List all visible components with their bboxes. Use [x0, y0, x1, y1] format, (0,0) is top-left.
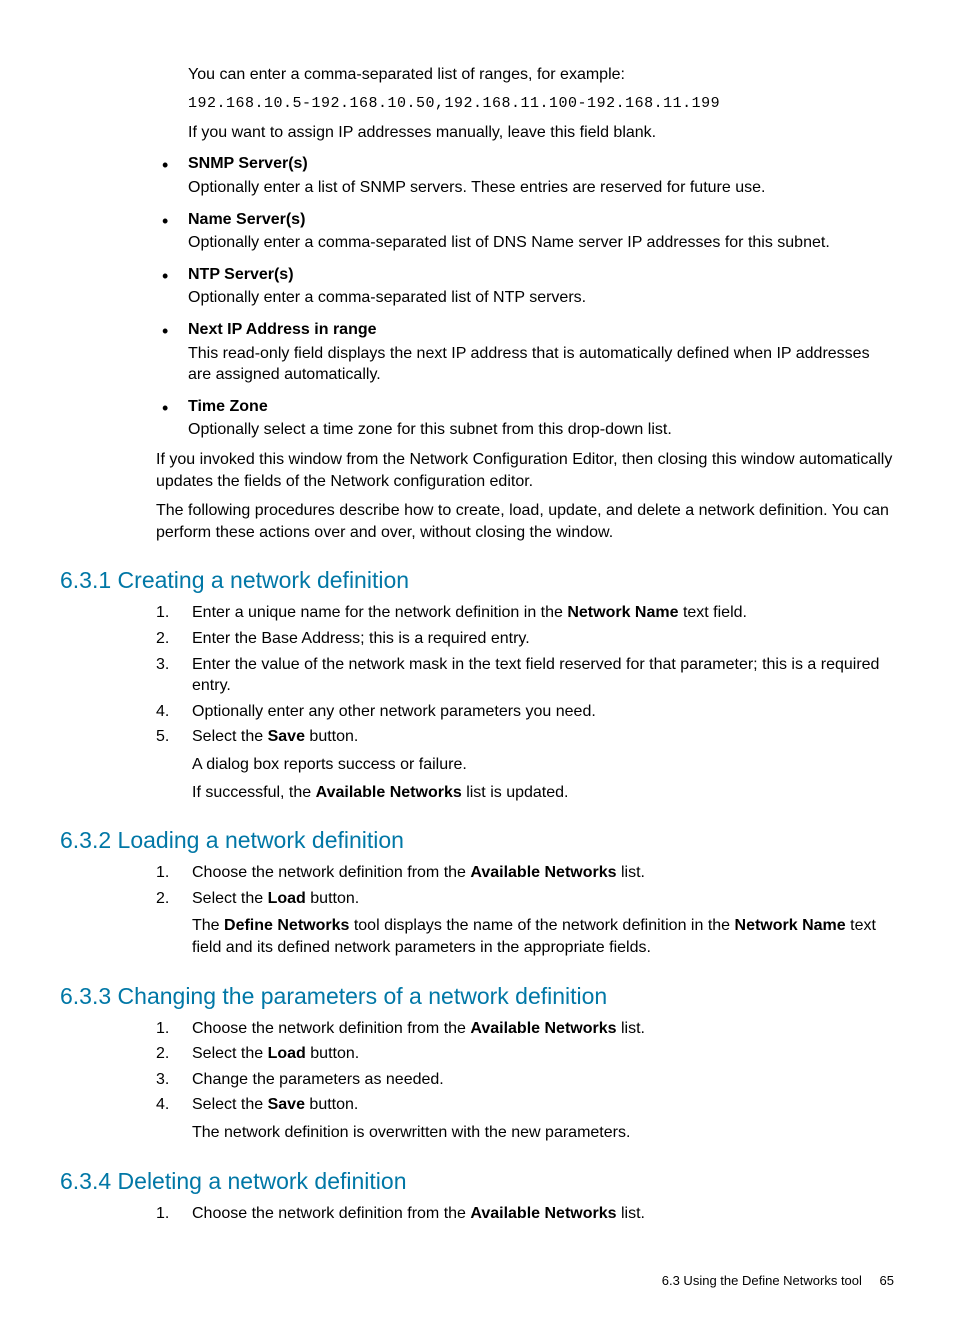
- field-list: SNMP Server(s) Optionally enter a list o…: [156, 153, 894, 441]
- step-sub: The network definition is overwritten wi…: [192, 1122, 894, 1144]
- step: Enter the value of the network mask in t…: [156, 654, 894, 697]
- after-p1: If you invoked this window from the Netw…: [156, 449, 894, 492]
- step: Select the Save button. A dialog box rep…: [156, 726, 894, 803]
- bullet-desc: This read-only field displays the next I…: [188, 343, 894, 386]
- bullet-nextip: Next IP Address in range This read-only …: [156, 319, 894, 386]
- intro-p2: If you want to assign IP addresses manua…: [188, 122, 894, 144]
- bullet-timezone: Time Zone Optionally select a time zone …: [156, 396, 894, 441]
- page-footer: 6.3 Using the Define Networks tool 65: [60, 1272, 894, 1290]
- bullet-desc: Optionally enter a comma-separated list …: [188, 232, 894, 254]
- after-block: If you invoked this window from the Netw…: [156, 449, 894, 543]
- intro-code: 192.168.10.5-192.168.10.50,192.168.11.10…: [188, 94, 894, 114]
- heading-634: 6.3.4 Deleting a network definition: [60, 1166, 894, 1197]
- step: Select the Load button.: [156, 1043, 894, 1065]
- bullet-term: Next IP Address in range: [188, 319, 894, 341]
- page-content: You can enter a comma-separated list of …: [60, 64, 894, 1290]
- bullet-desc: Optionally enter a comma-separated list …: [188, 287, 894, 309]
- intro-p1: You can enter a comma-separated list of …: [188, 64, 894, 86]
- step-sub: The Define Networks tool displays the na…: [192, 915, 894, 958]
- bullet-term: Time Zone: [188, 396, 894, 418]
- after-p2: The following procedures describe how to…: [156, 500, 894, 543]
- step: Change the parameters as needed.: [156, 1069, 894, 1091]
- bullet-desc: Optionally select a time zone for this s…: [188, 419, 894, 441]
- steps-634: Choose the network definition from the A…: [156, 1203, 894, 1225]
- step: Enter the Base Address; this is a requir…: [156, 628, 894, 650]
- step: Choose the network definition from the A…: [156, 1203, 894, 1225]
- heading-633: 6.3.3 Changing the parameters of a netwo…: [60, 981, 894, 1012]
- steps-633: Choose the network definition from the A…: [156, 1018, 894, 1144]
- step-sub: If successful, the Available Networks li…: [192, 782, 894, 804]
- step: Select the Save button. The network defi…: [156, 1094, 894, 1143]
- steps-631: Enter a unique name for the network defi…: [156, 602, 894, 803]
- intro-block: You can enter a comma-separated list of …: [188, 64, 894, 143]
- bullet-term: Name Server(s): [188, 209, 894, 231]
- step: Enter a unique name for the network defi…: [156, 602, 894, 624]
- heading-632: 6.3.2 Loading a network definition: [60, 825, 894, 856]
- step: Choose the network definition from the A…: [156, 1018, 894, 1040]
- bullet-desc: Optionally enter a list of SNMP servers.…: [188, 177, 894, 199]
- page-number: 65: [880, 1273, 894, 1288]
- step: Optionally enter any other network param…: [156, 701, 894, 723]
- bullet-snmp: SNMP Server(s) Optionally enter a list o…: [156, 153, 894, 198]
- heading-631: 6.3.1 Creating a network definition: [60, 565, 894, 596]
- footer-text: 6.3 Using the Define Networks tool: [662, 1273, 862, 1288]
- steps-632: Choose the network definition from the A…: [156, 862, 894, 958]
- step: Choose the network definition from the A…: [156, 862, 894, 884]
- bullet-term: NTP Server(s): [188, 264, 894, 286]
- step-sub: A dialog box reports success or failure.: [192, 754, 894, 776]
- bullet-nameserver: Name Server(s) Optionally enter a comma-…: [156, 209, 894, 254]
- step: Select the Load button. The Define Netwo…: [156, 888, 894, 959]
- bullet-term: SNMP Server(s): [188, 153, 894, 175]
- bullet-ntp: NTP Server(s) Optionally enter a comma-s…: [156, 264, 894, 309]
